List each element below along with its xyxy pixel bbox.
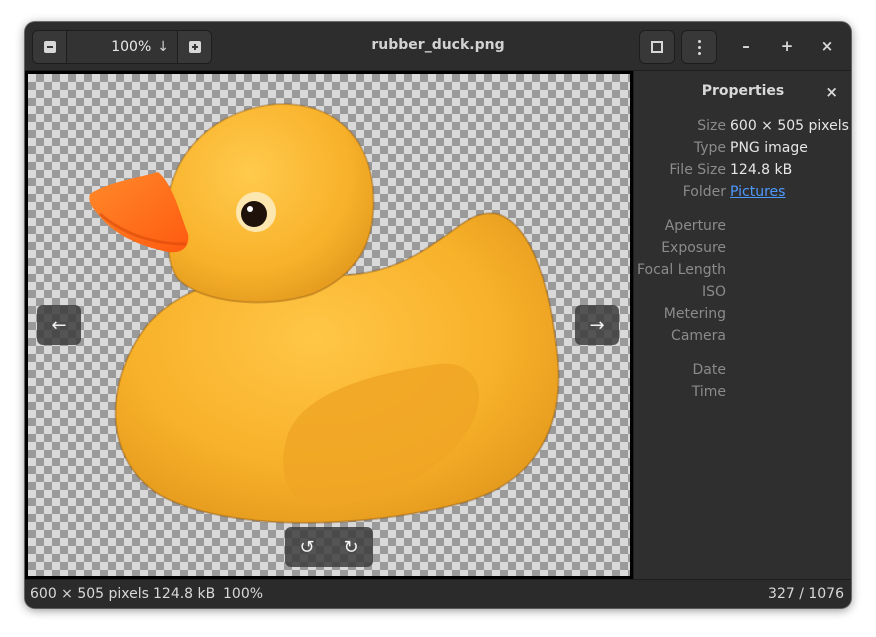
zoom-level-entry[interactable]: 100% ↓ bbox=[67, 31, 177, 63]
property-value: PNG image bbox=[730, 140, 808, 156]
property-row-type: Type PNG image bbox=[634, 140, 851, 160]
property-value: 124.8 kB bbox=[730, 162, 793, 178]
property-row-size: Size 600 × 505 pixels bbox=[634, 118, 851, 138]
previous-image-button[interactable]: ← bbox=[37, 305, 81, 345]
zoom-in-button[interactable] bbox=[177, 31, 211, 63]
property-row-aperture: Aperture bbox=[634, 218, 851, 238]
property-row-folder: Folder Pictures bbox=[634, 184, 851, 204]
property-label: Aperture bbox=[664, 218, 726, 234]
rubber-duck-image bbox=[89, 102, 560, 524]
property-row-focal-length: Focal Length bbox=[634, 262, 851, 282]
zoom-in-icon bbox=[188, 41, 201, 53]
folder-link[interactable]: Pictures bbox=[730, 184, 785, 200]
fullscreen-icon bbox=[651, 41, 663, 53]
main-menu-button[interactable] bbox=[681, 30, 717, 64]
property-label: Date bbox=[692, 362, 726, 378]
status-bar: 600 × 505 pixels 124.8 kB 100% 327 / 107… bbox=[25, 579, 851, 608]
property-row-metering: Metering bbox=[634, 306, 851, 326]
minimize-button[interactable]: – bbox=[734, 34, 758, 58]
rotate-left-button[interactable]: ↺ bbox=[285, 527, 329, 567]
next-image-button[interactable]: → bbox=[575, 305, 619, 345]
close-properties-icon[interactable]: × bbox=[825, 83, 838, 101]
rotate-left-icon: ↺ bbox=[299, 536, 315, 558]
property-label: Size bbox=[697, 118, 726, 134]
image-canvas[interactable]: ← → ↺ ↻ bbox=[25, 71, 633, 579]
image-viewer-window: 100% ↓ rubber_duck.png – + × ← → ↺ ↻ Pro… bbox=[25, 22, 851, 608]
kebab-menu-icon bbox=[697, 39, 701, 55]
property-label: Time bbox=[691, 384, 726, 400]
zoom-out-button[interactable] bbox=[33, 31, 67, 63]
property-label: Exposure bbox=[661, 240, 726, 256]
property-label: File Size bbox=[669, 162, 726, 178]
fullscreen-button[interactable] bbox=[639, 30, 675, 64]
zoom-level-value: 100% bbox=[111, 39, 152, 55]
status-zoom: 100% bbox=[223, 586, 264, 602]
status-file-size: 124.8 kB bbox=[153, 586, 216, 602]
property-row-camera: Camera bbox=[634, 328, 851, 348]
property-value: 600 × 505 pixels bbox=[730, 118, 849, 134]
arrow-left-icon: ← bbox=[51, 314, 67, 336]
rotate-controls: ↺ ↻ bbox=[285, 527, 373, 567]
property-label: ISO bbox=[701, 284, 726, 300]
property-row-time: Time bbox=[634, 384, 851, 404]
status-image-position: 327 / 1076 bbox=[768, 586, 844, 602]
property-label: Type bbox=[693, 140, 726, 156]
status-dimensions: 600 × 505 pixels bbox=[30, 586, 149, 602]
property-row-exposure: Exposure bbox=[634, 240, 851, 260]
rotate-right-button[interactable]: ↻ bbox=[329, 527, 373, 567]
property-label: Metering bbox=[663, 306, 726, 322]
property-row-date: Date bbox=[634, 362, 851, 382]
zoom-out-icon bbox=[43, 41, 56, 53]
header-bar: 100% ↓ rubber_duck.png – + × bbox=[25, 22, 851, 71]
arrow-down-icon[interactable]: ↓ bbox=[157, 39, 169, 55]
maximize-button[interactable]: + bbox=[775, 34, 799, 58]
property-label: Camera bbox=[671, 328, 726, 344]
rotate-right-icon: ↻ bbox=[343, 536, 359, 558]
zoom-control: 100% ↓ bbox=[32, 30, 212, 64]
close-window-button[interactable]: × bbox=[815, 34, 839, 58]
property-row-iso: ISO bbox=[634, 284, 851, 304]
property-label: Folder bbox=[682, 184, 726, 200]
property-label: Focal Length bbox=[636, 262, 726, 278]
properties-sidebar: Properties × Size 600 × 505 pixels Type … bbox=[633, 71, 851, 579]
property-row-file-size: File Size 124.8 kB bbox=[634, 162, 851, 182]
properties-title: Properties bbox=[701, 83, 785, 99]
arrow-right-icon: → bbox=[589, 314, 605, 336]
